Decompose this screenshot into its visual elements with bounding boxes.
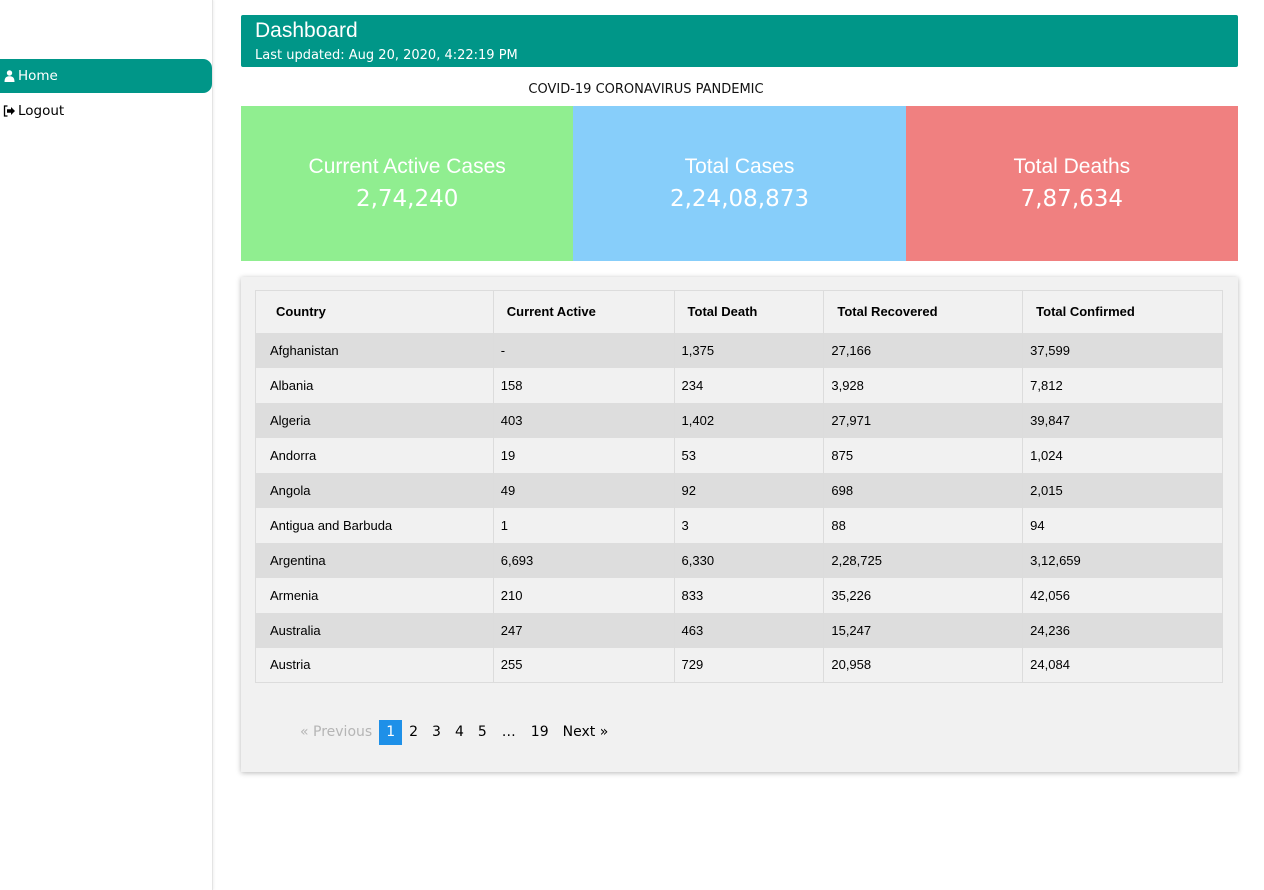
card-value: 2,24,08,873 xyxy=(669,185,809,212)
cell-total-death: 234 xyxy=(673,367,825,403)
cell-total-recovered: 698 xyxy=(823,472,1024,508)
pagination-ellipsis: … xyxy=(501,724,516,740)
cell-total-confirmed: 2,015 xyxy=(1022,472,1223,508)
page-button-3[interactable]: 3 xyxy=(425,720,448,745)
cell-total-recovered: 875 xyxy=(823,437,1024,473)
sidebar-item-home[interactable]: Home xyxy=(0,59,212,93)
cell-total-recovered: 2,28,725 xyxy=(823,542,1024,578)
cell-country: Angola xyxy=(255,472,494,508)
cell-country: Algeria xyxy=(255,402,494,438)
column-header-total-recovered[interactable]: Total Recovered xyxy=(823,290,1024,333)
cell-total-confirmed: 37,599 xyxy=(1022,332,1223,368)
card-value: 7,87,634 xyxy=(1020,185,1124,212)
cell-total-death: 1,375 xyxy=(673,332,825,368)
card-label: Total Cases xyxy=(684,154,795,178)
cell-current-active: 1 xyxy=(492,507,675,543)
stat-cards: Current Active Cases 2,74,240 Total Case… xyxy=(241,106,1238,261)
cell-total-death: 3 xyxy=(673,507,825,543)
total-deaths-card: Total Deaths 7,87,634 xyxy=(905,106,1238,261)
table-row: Argentina 6,693 6,330 2,28,725 3,12,659 xyxy=(255,542,1223,578)
card-label: Total Deaths xyxy=(1013,154,1131,178)
cell-country: Armenia xyxy=(255,577,494,613)
table-row: Albania 158 234 3,928 7,812 xyxy=(255,367,1223,403)
cell-country: Andorra xyxy=(255,437,494,473)
sidebar-item-label: Logout xyxy=(18,103,65,119)
table-row: Afghanistan - 1,375 27,166 37,599 xyxy=(255,332,1223,368)
cell-current-active: 158 xyxy=(492,367,675,403)
column-header-country[interactable]: Country xyxy=(255,290,494,333)
next-page-button[interactable]: Next » xyxy=(556,720,616,745)
cell-total-recovered: 27,971 xyxy=(823,402,1024,438)
card-value: 2,74,240 xyxy=(355,185,459,212)
cell-total-confirmed: 42,056 xyxy=(1022,577,1223,613)
active-cases-card: Current Active Cases 2,74,240 xyxy=(241,106,574,261)
cell-current-active: 210 xyxy=(492,577,675,613)
cell-country: Austria xyxy=(255,647,494,683)
country-table: Country Current Active Total Death Total… xyxy=(255,290,1223,683)
cell-total-confirmed: 24,236 xyxy=(1022,612,1223,648)
page-button-5[interactable]: 5 xyxy=(471,720,494,745)
country-table-panel: Country Current Active Total Death Total… xyxy=(241,277,1238,772)
sidebar: Home Logout xyxy=(0,0,213,890)
table-row: Australia 247 463 15,247 24,236 xyxy=(255,612,1223,648)
cell-total-death: 463 xyxy=(673,612,825,648)
column-header-total-confirmed[interactable]: Total Confirmed xyxy=(1022,290,1223,333)
cell-total-recovered: 3,928 xyxy=(823,367,1024,403)
cell-total-confirmed: 1,024 xyxy=(1022,437,1223,473)
cell-total-confirmed: 3,12,659 xyxy=(1022,542,1223,578)
page-button-19[interactable]: 19 xyxy=(524,720,556,745)
cell-total-recovered: 27,166 xyxy=(823,332,1024,368)
cell-total-death: 53 xyxy=(673,437,825,473)
user-icon xyxy=(2,69,16,83)
cell-total-death: 1,402 xyxy=(673,402,825,438)
cell-current-active: 19 xyxy=(492,437,675,473)
cell-total-recovered: 20,958 xyxy=(823,647,1024,683)
cell-total-recovered: 88 xyxy=(823,507,1024,543)
cell-total-confirmed: 7,812 xyxy=(1022,367,1223,403)
cell-current-active: 255 xyxy=(492,647,675,683)
section-subtitle: COVID-19 CORONAVIRUS PANDEMIC xyxy=(528,82,764,97)
pagination: « Previous 1 2 3 4 5 … 19 Next » xyxy=(293,720,615,745)
cell-current-active: 49 xyxy=(492,472,675,508)
logout-icon xyxy=(2,104,16,118)
cell-country: Afghanistan xyxy=(255,332,494,368)
table-row: Algeria 403 1,402 27,971 39,847 xyxy=(255,402,1223,438)
total-cases-card: Total Cases 2,24,08,873 xyxy=(573,106,906,261)
cell-country: Argentina xyxy=(255,542,494,578)
cell-country: Australia xyxy=(255,612,494,648)
page-button-2[interactable]: 2 xyxy=(402,720,425,745)
table-row: Austria 255 729 20,958 24,084 xyxy=(255,647,1223,683)
cell-total-recovered: 15,247 xyxy=(823,612,1024,648)
cell-total-death: 833 xyxy=(673,577,825,613)
page-title: Dashboard xyxy=(255,19,358,42)
cell-total-confirmed: 39,847 xyxy=(1022,402,1223,438)
page-button-4[interactable]: 4 xyxy=(448,720,471,745)
dashboard-header: Dashboard Last updated: Aug 20, 2020, 4:… xyxy=(241,15,1238,67)
last-updated-text: Last updated: Aug 20, 2020, 4:22:19 PM xyxy=(255,48,518,63)
cell-total-death: 729 xyxy=(673,647,825,683)
table-row: Antigua and Barbuda 1 3 88 94 xyxy=(255,507,1223,543)
table-row: Angola 49 92 698 2,015 xyxy=(255,472,1223,508)
column-header-current-active[interactable]: Current Active xyxy=(492,290,675,333)
sidebar-item-label: Home xyxy=(18,68,58,84)
table-row: Armenia 210 833 35,226 42,056 xyxy=(255,577,1223,613)
cell-country: Albania xyxy=(255,367,494,403)
page-button-1[interactable]: 1 xyxy=(379,720,403,745)
cell-total-death: 6,330 xyxy=(673,542,825,578)
cell-total-death: 92 xyxy=(673,472,825,508)
cell-total-confirmed: 24,084 xyxy=(1022,647,1223,683)
card-label: Current Active Cases xyxy=(308,154,506,178)
table-header-row: Country Current Active Total Death Total… xyxy=(255,290,1223,333)
cell-current-active: 247 xyxy=(492,612,675,648)
cell-total-confirmed: 94 xyxy=(1022,507,1223,543)
previous-page-button[interactable]: « Previous xyxy=(293,720,379,745)
sidebar-item-logout[interactable]: Logout xyxy=(0,94,212,128)
cell-current-active: - xyxy=(492,332,675,368)
cell-country: Antigua and Barbuda xyxy=(255,507,494,543)
column-header-total-death[interactable]: Total Death xyxy=(673,290,825,333)
cell-current-active: 6,693 xyxy=(492,542,675,578)
table-row: Andorra 19 53 875 1,024 xyxy=(255,437,1223,473)
cell-current-active: 403 xyxy=(492,402,675,438)
cell-total-recovered: 35,226 xyxy=(823,577,1024,613)
